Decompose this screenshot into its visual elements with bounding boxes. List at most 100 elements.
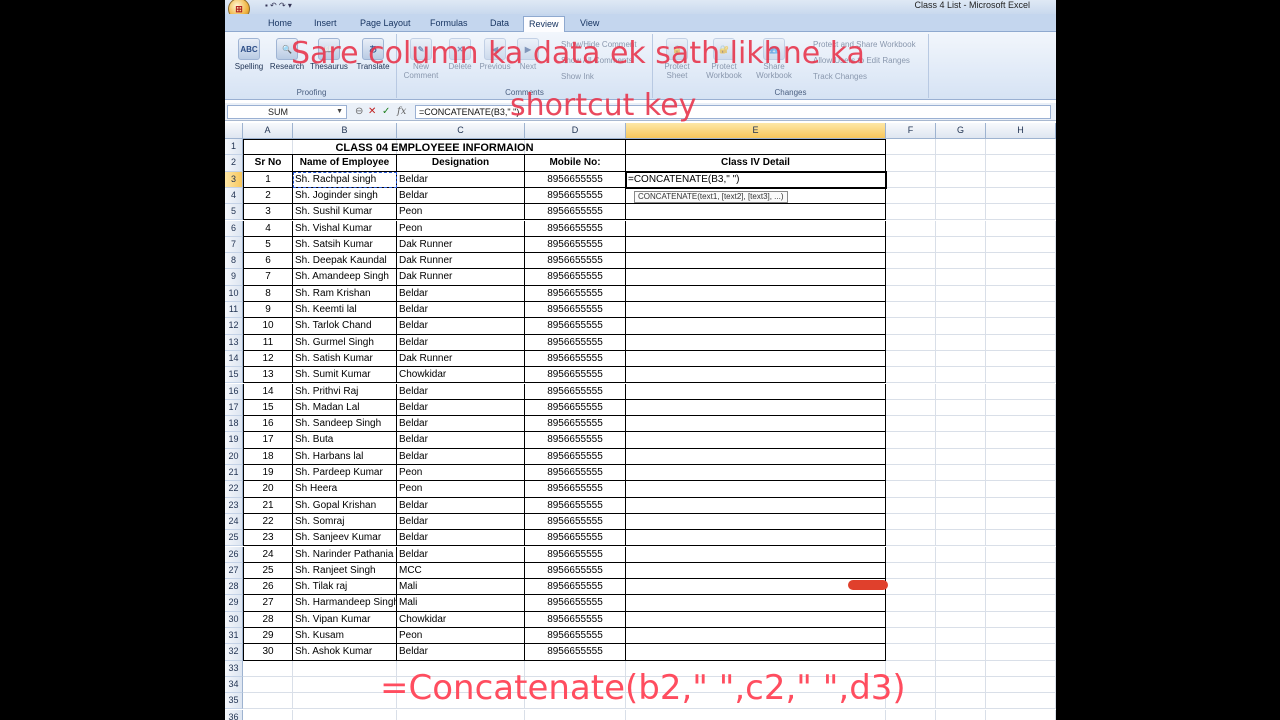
table-cell-detail[interactable] (626, 236, 886, 254)
tab-insert[interactable]: Insert (309, 16, 342, 30)
table-cell[interactable]: 30 (243, 644, 293, 661)
grid-cell[interactable] (886, 139, 936, 156)
table-cell[interactable]: 8956655555 (525, 318, 626, 335)
grid-cell[interactable] (936, 367, 986, 384)
grid-cell[interactable] (986, 513, 1056, 531)
table-cell[interactable]: 15 (243, 399, 293, 417)
grid-cell[interactable] (986, 595, 1056, 612)
table-cell-detail[interactable] (626, 644, 886, 661)
grid-cell[interactable] (986, 367, 1056, 384)
grid-cell[interactable] (936, 383, 986, 400)
row-header[interactable]: 13 (225, 334, 243, 351)
table-cell[interactable]: 8956655555 (525, 236, 626, 254)
grid-cell[interactable] (936, 644, 986, 661)
column-title[interactable]: Class IV Detail (626, 155, 886, 172)
table-cell[interactable]: 8956655555 (525, 383, 626, 400)
grid-cell[interactable] (936, 693, 986, 710)
table-cell-detail[interactable] (626, 367, 886, 384)
grid-cell[interactable] (936, 155, 986, 172)
table-cell-detail[interactable] (626, 269, 886, 286)
table-cell[interactable]: Sh. Buta (293, 432, 397, 449)
column-title[interactable]: Name of Employee (293, 155, 397, 172)
row-header[interactable]: 21 (225, 465, 243, 482)
table-cell[interactable]: 8956655555 (525, 595, 626, 612)
table-cell[interactable]: Peon (397, 481, 525, 498)
grid-cell[interactable] (936, 481, 986, 498)
chevron-down-icon[interactable]: ▼ (336, 106, 343, 118)
grid-cell[interactable] (986, 432, 1056, 449)
grid-cell[interactable] (936, 399, 986, 417)
table-cell[interactable]: 8956655555 (525, 285, 626, 302)
table-cell[interactable]: 8956655555 (525, 530, 626, 547)
row-header[interactable]: 19 (225, 432, 243, 449)
column-title[interactable]: Mobile No: (525, 155, 626, 172)
grid-cell[interactable] (936, 530, 986, 547)
grid-cell[interactable] (886, 204, 936, 221)
table-cell[interactable]: Sh. Sumit Kumar (293, 367, 397, 384)
grid-cell[interactable] (936, 236, 986, 254)
table-cell-detail[interactable] (626, 595, 886, 612)
tab-view[interactable]: View (575, 16, 604, 30)
table-cell[interactable]: 6 (243, 253, 293, 270)
table-cell-detail[interactable] (626, 562, 886, 580)
table-cell[interactable]: 3 (243, 204, 293, 221)
grid-cell[interactable] (886, 644, 936, 661)
table-cell[interactable]: 24 (243, 546, 293, 563)
grid-cell[interactable] (886, 399, 936, 417)
grid-cell[interactable] (986, 693, 1056, 710)
row-header[interactable]: 28 (225, 579, 243, 596)
grid-cell[interactable] (886, 318, 936, 335)
grid-cell[interactable] (886, 595, 936, 612)
grid-cell[interactable] (986, 350, 1056, 368)
tab-page-layout[interactable]: Page Layout (355, 16, 416, 30)
sheet-title[interactable]: CLASS 04 EMPLOYEEE INFORMAION (243, 139, 626, 156)
function-dropdown-icon[interactable]: ⊖ (355, 106, 363, 118)
table-cell[interactable]: 27 (243, 595, 293, 612)
table-cell[interactable]: Peon (397, 465, 525, 482)
table-cell[interactable]: 10 (243, 318, 293, 335)
table-cell-detail[interactable] (626, 546, 886, 563)
column-header-f[interactable]: F (886, 123, 936, 139)
row-header[interactable]: 29 (225, 595, 243, 612)
grid-cell[interactable] (986, 660, 1056, 677)
grid-cell[interactable] (936, 448, 986, 465)
grid-cell[interactable] (886, 383, 936, 400)
table-cell-detail[interactable] (626, 497, 886, 514)
table-cell-detail[interactable] (626, 399, 886, 417)
grid-cell[interactable] (886, 171, 936, 188)
table-cell-detail[interactable] (626, 302, 886, 319)
table-cell-detail[interactable] (626, 513, 886, 531)
grid-cell[interactable] (986, 236, 1056, 254)
table-cell[interactable]: 11 (243, 334, 293, 351)
table-cell[interactable]: 8956655555 (525, 644, 626, 661)
row-header[interactable]: 12 (225, 318, 243, 335)
row-header[interactable]: 24 (225, 513, 243, 531)
table-cell[interactable]: Sh. Tarlok Chand (293, 318, 397, 335)
table-cell[interactable]: 8956655555 (525, 546, 626, 563)
grid-cell[interactable] (986, 465, 1056, 482)
column-header-h[interactable]: H (986, 123, 1056, 139)
table-cell[interactable]: Peon (397, 204, 525, 221)
grid-cell[interactable] (986, 676, 1056, 694)
table-cell[interactable]: Beldar (397, 448, 525, 465)
table-cell-detail[interactable] (626, 204, 886, 221)
cancel-icon[interactable]: ✕ (368, 106, 376, 118)
table-cell[interactable]: Beldar (397, 530, 525, 547)
table-cell[interactable]: 8956655555 (525, 269, 626, 286)
grid-cell[interactable] (886, 709, 936, 720)
row-header[interactable]: 9 (225, 269, 243, 286)
table-cell[interactable]: Sh. Ram Krishan (293, 285, 397, 302)
grid-cell[interactable] (886, 513, 936, 531)
grid-cell[interactable] (525, 709, 626, 720)
grid-cell[interactable] (986, 530, 1056, 547)
table-cell[interactable]: Beldar (397, 334, 525, 351)
grid-cell[interactable] (886, 269, 936, 286)
table-cell-detail[interactable] (626, 579, 886, 596)
grid-cell[interactable] (886, 448, 936, 465)
table-cell[interactable]: Beldar (397, 546, 525, 563)
table-cell[interactable]: 8956655555 (525, 432, 626, 449)
grid-cell[interactable] (936, 269, 986, 286)
grid-cell[interactable] (986, 269, 1056, 286)
row-header[interactable]: 18 (225, 416, 243, 433)
grid-cell[interactable] (886, 416, 936, 433)
